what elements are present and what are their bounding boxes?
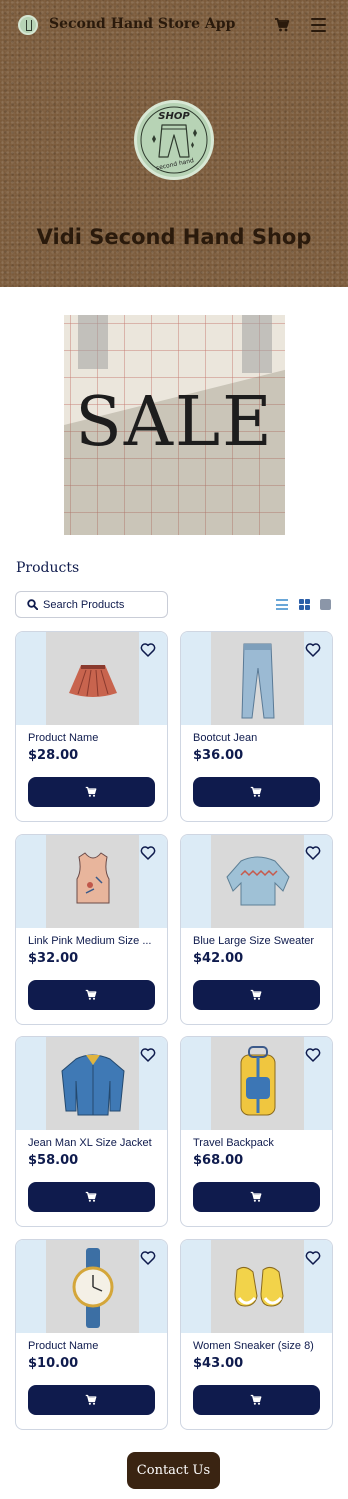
product-price: $43.00 bbox=[193, 1356, 244, 1371]
single-view-icon[interactable] bbox=[320, 599, 331, 610]
product-name[interactable]: Link Pink Medium Size ... bbox=[28, 935, 156, 947]
top-nav: Second Hand Store App bbox=[0, 0, 348, 52]
heart-icon[interactable] bbox=[140, 1250, 156, 1266]
product-price: $68.00 bbox=[193, 1153, 244, 1168]
heart-icon[interactable] bbox=[305, 1250, 321, 1266]
heart-icon[interactable] bbox=[140, 642, 156, 658]
product-card[interactable]: Product Name $10.00 bbox=[15, 1239, 168, 1430]
product-card[interactable]: Women Sneaker (size 8) $43.00 bbox=[180, 1239, 333, 1430]
sale-banner-image: SALE bbox=[64, 315, 285, 535]
add-to-cart-button[interactable] bbox=[28, 980, 155, 1010]
backpack-icon bbox=[240, 1046, 276, 1116]
sweater-icon bbox=[226, 856, 290, 906]
add-to-cart-button[interactable] bbox=[193, 777, 320, 807]
add-to-cart-button[interactable] bbox=[193, 1182, 320, 1212]
product-card[interactable]: Jean Man XL Size Jacket $58.00 bbox=[15, 1036, 168, 1227]
product-image[interactable] bbox=[211, 1037, 304, 1130]
cart-icon bbox=[250, 1191, 262, 1202]
product-name[interactable]: Jean Man XL Size Jacket bbox=[28, 1137, 156, 1149]
cart-icon bbox=[250, 989, 262, 1000]
hamburger-menu-icon[interactable] bbox=[311, 18, 326, 32]
product-image[interactable] bbox=[211, 835, 304, 928]
skirt-icon bbox=[69, 665, 117, 697]
sale-text: SALE bbox=[75, 383, 274, 462]
jeans-icon bbox=[241, 643, 275, 719]
product-name[interactable]: Women Sneaker (size 8) bbox=[193, 1340, 321, 1352]
hero-banner: Second Hand Store App SHOP second hand V… bbox=[0, 0, 348, 287]
product-image-area bbox=[16, 632, 167, 725]
watch-icon bbox=[72, 1248, 114, 1328]
heart-icon[interactable] bbox=[305, 642, 321, 658]
cart-icon bbox=[250, 1394, 262, 1405]
product-image[interactable] bbox=[46, 1240, 139, 1333]
hero-title: Vidi Second Hand Shop bbox=[36, 225, 312, 249]
product-card[interactable]: Blue Large Size Sweater $42.00 bbox=[180, 834, 333, 1025]
add-to-cart-button[interactable] bbox=[28, 1385, 155, 1415]
product-image-area bbox=[181, 1240, 332, 1333]
product-price: $28.00 bbox=[28, 748, 79, 763]
cart-icon[interactable] bbox=[274, 17, 290, 33]
badge-shop-text: SHOP bbox=[158, 111, 190, 122]
products-heading: Products bbox=[16, 560, 80, 576]
product-name[interactable]: Blue Large Size Sweater bbox=[193, 935, 321, 947]
product-image[interactable] bbox=[46, 835, 139, 928]
heart-icon[interactable] bbox=[305, 1047, 321, 1063]
heart-icon[interactable] bbox=[140, 845, 156, 861]
cart-icon bbox=[250, 786, 262, 797]
product-image[interactable] bbox=[211, 1240, 304, 1333]
contact-us-button[interactable]: Contact Us bbox=[127, 1452, 220, 1489]
app-title: Second Hand Store App bbox=[49, 16, 236, 32]
cart-icon bbox=[85, 1394, 97, 1405]
product-price: $10.00 bbox=[28, 1356, 79, 1371]
product-name[interactable]: Travel Backpack bbox=[193, 1137, 321, 1149]
product-card[interactable]: Product Name $28.00 bbox=[15, 631, 168, 822]
tape-right bbox=[242, 315, 272, 373]
app-logo[interactable] bbox=[18, 15, 38, 35]
product-image-area bbox=[181, 1037, 332, 1130]
product-card[interactable]: Travel Backpack $68.00 bbox=[180, 1036, 333, 1227]
list-view-icon[interactable] bbox=[276, 599, 288, 610]
sneakers-icon bbox=[234, 1266, 284, 1307]
product-price: $58.00 bbox=[28, 1153, 79, 1168]
grid-view-icon[interactable] bbox=[299, 599, 310, 610]
product-image-area bbox=[181, 632, 332, 725]
product-image-area bbox=[181, 835, 332, 928]
product-image[interactable] bbox=[46, 632, 139, 725]
heart-icon[interactable] bbox=[140, 1047, 156, 1063]
add-to-cart-button[interactable] bbox=[193, 980, 320, 1010]
product-image[interactable] bbox=[211, 632, 304, 725]
product-price: $42.00 bbox=[193, 951, 244, 966]
product-name[interactable]: Product Name bbox=[28, 1340, 156, 1352]
tank-top-icon bbox=[76, 852, 110, 904]
cart-icon bbox=[85, 786, 97, 797]
shop-badge-logo: SHOP second hand bbox=[134, 100, 214, 180]
product-card[interactable]: Bootcut Jean $36.00 bbox=[180, 631, 333, 822]
denim-jacket-icon bbox=[61, 1054, 125, 1116]
cart-icon bbox=[85, 1191, 97, 1202]
product-image-area bbox=[16, 835, 167, 928]
product-image-area bbox=[16, 1240, 167, 1333]
search-box[interactable] bbox=[15, 591, 168, 618]
product-name[interactable]: Bootcut Jean bbox=[193, 732, 321, 744]
add-to-cart-button[interactable] bbox=[28, 777, 155, 807]
tape-left bbox=[78, 315, 108, 369]
cart-icon bbox=[85, 989, 97, 1000]
product-image[interactable] bbox=[46, 1037, 139, 1130]
product-image-area bbox=[16, 1037, 167, 1130]
product-card[interactable]: Link Pink Medium Size ... $32.00 bbox=[15, 834, 168, 1025]
product-price: $36.00 bbox=[193, 748, 244, 763]
add-to-cart-button[interactable] bbox=[28, 1182, 155, 1212]
search-icon bbox=[27, 599, 38, 610]
product-price: $32.00 bbox=[28, 951, 79, 966]
search-input[interactable] bbox=[43, 597, 163, 613]
heart-icon[interactable] bbox=[305, 845, 321, 861]
product-name[interactable]: Product Name bbox=[28, 732, 156, 744]
add-to-cart-button[interactable] bbox=[193, 1385, 320, 1415]
